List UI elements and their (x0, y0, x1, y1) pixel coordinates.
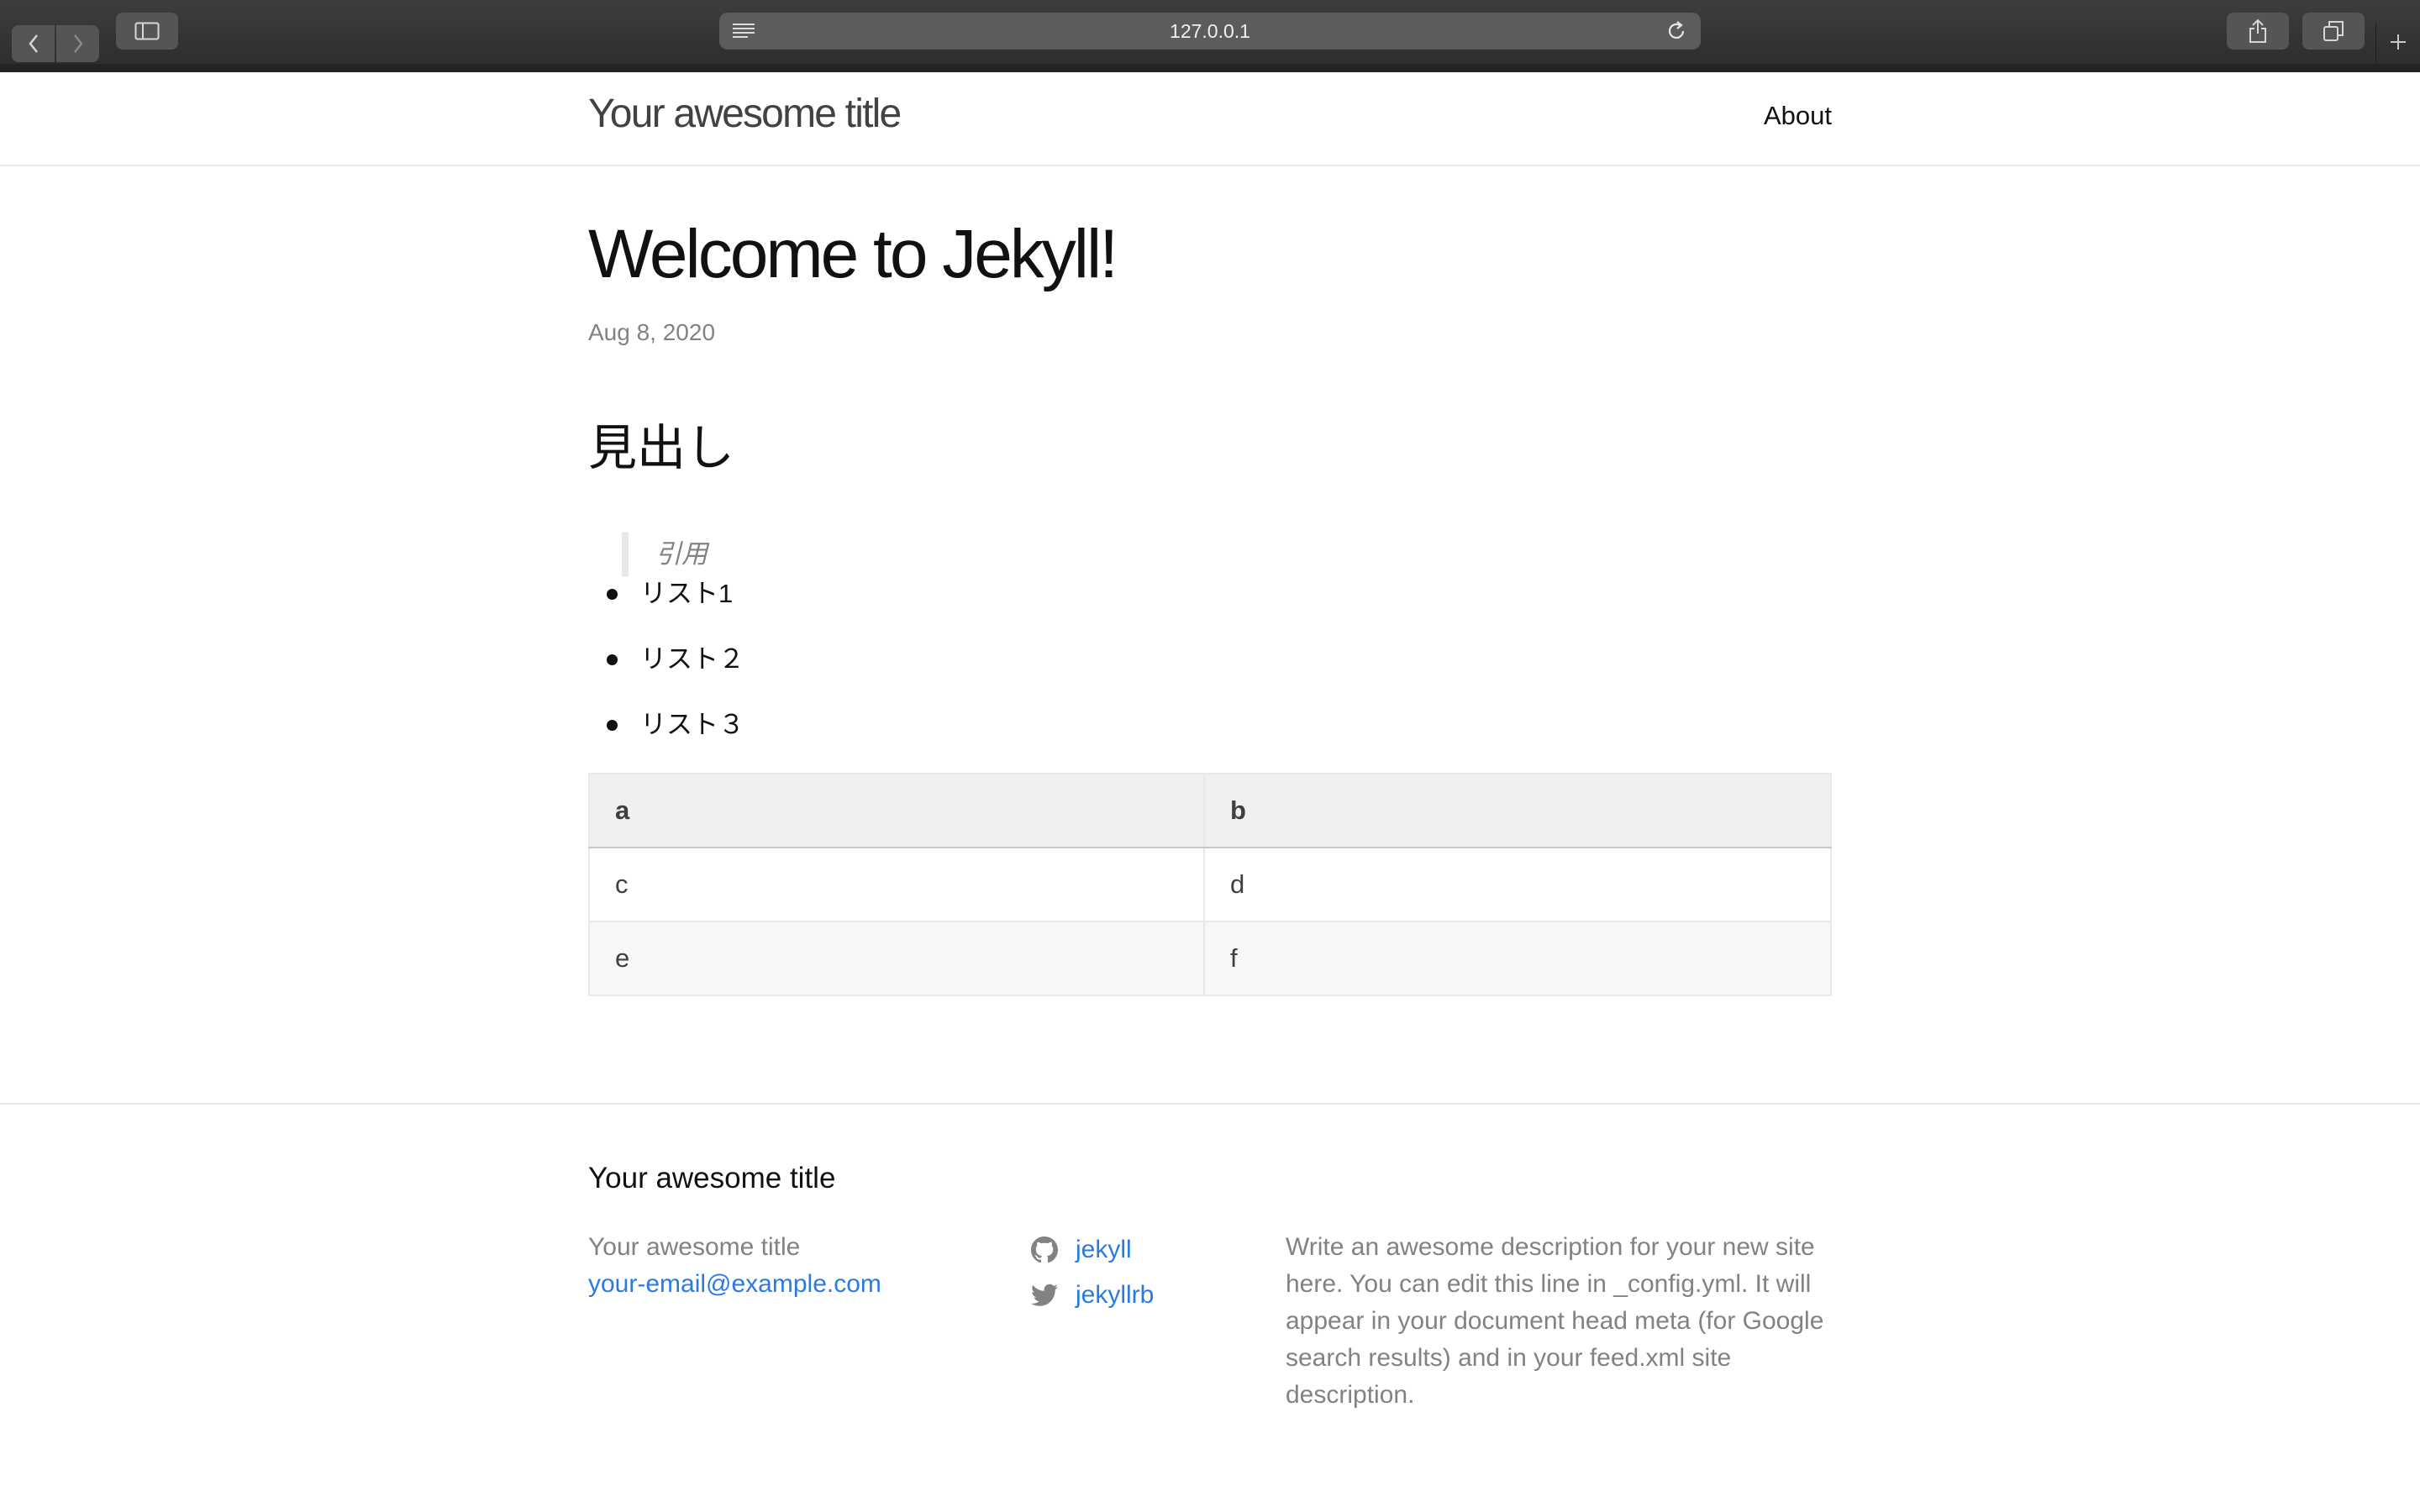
twitter-icon (1030, 1281, 1059, 1310)
twitter-link[interactable]: jekyllrb (1030, 1273, 1154, 1318)
url-text: 127.0.0.1 (1170, 19, 1250, 42)
site-description: Write an awesome description for your ne… (1286, 1233, 1824, 1409)
footer-email-link[interactable]: your-email@example.com (588, 1266, 881, 1303)
tabs-overview-icon (2323, 20, 2344, 42)
post-date: Aug 8, 2020 (588, 319, 716, 345)
footer-contact: Your awesome title your-email@example.co… (588, 1229, 881, 1303)
footer-heading: Your awesome title (588, 1162, 836, 1194)
share-button[interactable] (2227, 13, 2289, 50)
nav-link-about[interactable]: About (1764, 101, 1832, 131)
share-icon (2248, 18, 2268, 44)
nav-buttons (12, 13, 99, 62)
table-header-row: a b (588, 773, 1832, 848)
github-icon (1030, 1236, 1059, 1264)
reload-icon[interactable] (1665, 20, 1687, 47)
post-title: Welcome to Jekyll! (588, 216, 1118, 292)
bullet-list: リスト1 リスト２ リスト３ (588, 575, 744, 771)
site-title-link[interactable]: Your awesome title (588, 91, 902, 137)
reader-icon[interactable] (731, 21, 756, 46)
table-cell: d (1203, 847, 1832, 922)
table-cell: c (588, 847, 1205, 922)
list-item: リスト３ (588, 706, 744, 771)
plus-icon (2389, 33, 2407, 55)
list-item: リスト1 (588, 575, 744, 640)
forward-button[interactable] (56, 25, 99, 62)
address-bar[interactable]: 127.0.0.1 (719, 13, 1701, 50)
back-button[interactable] (12, 25, 55, 62)
twitter-username: jekyllrb (1076, 1281, 1155, 1309)
new-tab-button[interactable] (2375, 24, 2420, 64)
site-footer: Your awesome title Your awesome title yo… (0, 1103, 2420, 1512)
sidebar-button[interactable] (116, 13, 178, 50)
table-row: c d (588, 847, 1832, 922)
table-header-cell: b (1203, 773, 1832, 848)
footer-social: jekyll jekyllrb (1030, 1227, 1154, 1318)
browser-toolbar: 127.0.0.1 (0, 0, 2420, 72)
table-header-cell: a (588, 773, 1205, 848)
table-row: e f (588, 921, 1832, 996)
site-header: Your awesome title About (0, 72, 2420, 166)
blockquote: 引用 (622, 533, 958, 576)
tabs-overview-button[interactable] (2302, 13, 2365, 50)
chevron-left-icon (28, 34, 39, 54)
table-cell: e (588, 921, 1205, 996)
github-link[interactable]: jekyll (1030, 1227, 1154, 1273)
list-item: リスト２ (588, 640, 744, 706)
github-username: jekyll (1076, 1236, 1132, 1263)
chevron-right-icon (72, 34, 84, 54)
data-table: a b c d e f (588, 773, 1832, 996)
table-cell: f (1203, 921, 1832, 996)
footer-name: Your awesome title (588, 1233, 801, 1261)
sidebar-icon (134, 22, 160, 40)
section-heading: 見出し (588, 421, 735, 475)
